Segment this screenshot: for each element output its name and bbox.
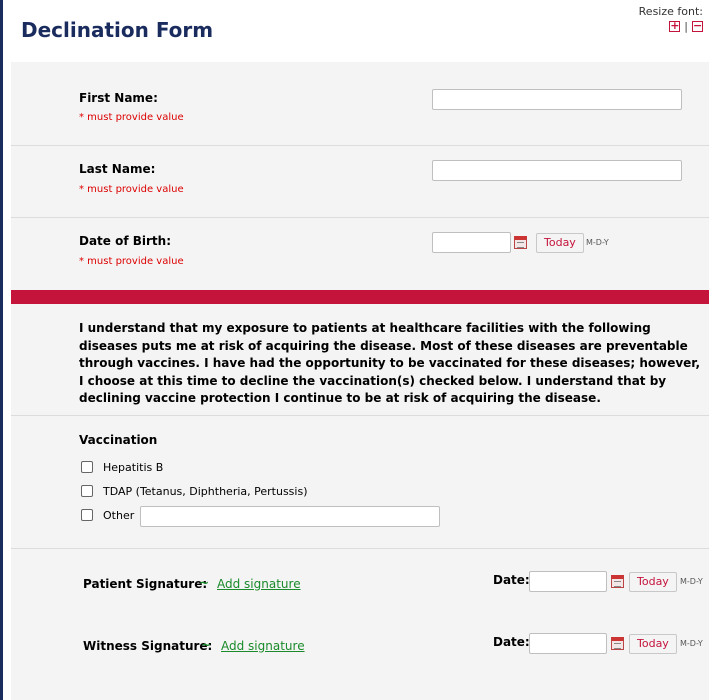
witness-signature-label: Witness Signature: [83, 639, 213, 653]
hepatitis-b-label: Hepatitis B [103, 461, 164, 474]
dob-row: Date of Birth: * must provide value Toda… [11, 218, 709, 290]
dob-input[interactable] [432, 232, 511, 253]
signature-icon: ~ [201, 638, 212, 652]
witness-date-input[interactable] [529, 633, 607, 654]
patient-date-input[interactable] [529, 571, 607, 592]
witness-date-format-hint: M-D-Y [680, 639, 703, 648]
form-header: Declination Form Resize font: + | − [3, 0, 709, 62]
calendar-icon[interactable] [514, 236, 527, 249]
vaccination-row: Vaccination Hepatitis B TDAP (Tetanus, D… [11, 416, 709, 549]
witness-date-label: Date: [493, 635, 530, 649]
tdap-label: TDAP (Tetanus, Diphtheria, Pertussis) [103, 485, 308, 498]
last-name-row: Last Name: * must provide value [11, 146, 709, 218]
left-accent-bar [0, 0, 3, 700]
dob-label: Date of Birth: [79, 234, 172, 248]
decrease-font-icon[interactable]: − [692, 20, 703, 32]
section-divider [11, 290, 709, 304]
patient-add-signature-link[interactable]: Add signature [217, 577, 301, 591]
page-title: Declination Form [21, 18, 214, 42]
last-name-label: Last Name: [79, 162, 156, 176]
dob-required-note: * must provide value [79, 256, 184, 267]
first-name-input[interactable] [432, 89, 682, 110]
first-name-required-note: * must provide value [79, 112, 184, 123]
witness-add-signature-link[interactable]: Add signature [221, 639, 305, 653]
vaccination-heading: Vaccination [79, 433, 158, 447]
other-vaccination-input[interactable] [140, 506, 440, 527]
calendar-icon[interactable] [611, 575, 624, 588]
patient-date-format-hint: M-D-Y [680, 577, 703, 586]
increase-font-icon[interactable]: + [669, 20, 681, 32]
dob-format-hint: M-D-Y [586, 238, 609, 247]
patient-signature-row: Patient Signature: ~ Add signature Date:… [11, 549, 709, 609]
resize-separator: | [684, 20, 688, 33]
patient-signature-label: Patient Signature: [83, 577, 208, 591]
other-label: Other [103, 509, 135, 522]
dob-today-button[interactable]: Today [536, 233, 584, 253]
witness-today-button[interactable]: Today [629, 634, 677, 654]
other-checkbox[interactable] [81, 509, 93, 521]
last-name-required-note: * must provide value [79, 184, 184, 195]
declination-form: First Name: * must provide value Last Na… [11, 62, 709, 700]
first-name-label: First Name: [79, 91, 158, 105]
last-name-input[interactable] [432, 160, 682, 181]
declination-statement: I understand that my exposure to patient… [79, 321, 701, 405]
patient-date-label: Date: [493, 573, 530, 587]
resize-font-label: Resize font: [638, 5, 703, 18]
tdap-checkbox[interactable] [81, 485, 93, 497]
hepatitis-b-checkbox[interactable] [81, 461, 93, 473]
signature-icon: ~ [199, 576, 210, 590]
witness-signature-row: Witness Signature: ~ Add signature Date:… [11, 609, 709, 700]
resize-font-control: Resize font: + | − [639, 5, 703, 33]
calendar-icon[interactable] [611, 637, 624, 650]
patient-today-button[interactable]: Today [629, 572, 677, 592]
first-name-row: First Name: * must provide value [11, 62, 709, 146]
